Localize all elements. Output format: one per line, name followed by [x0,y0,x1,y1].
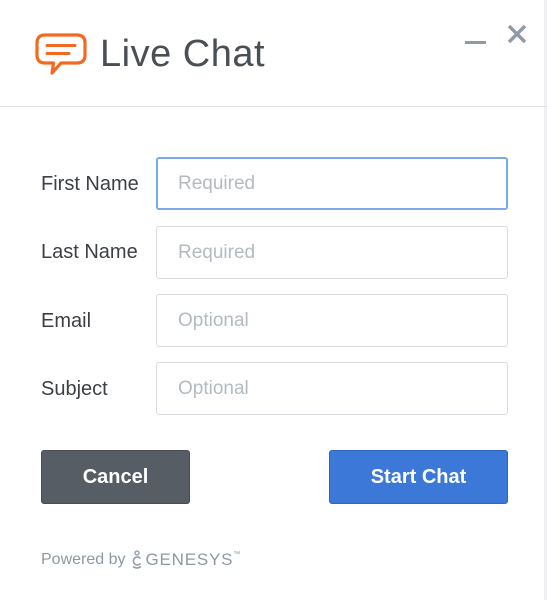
start-chat-button[interactable]: Start Chat [329,450,508,504]
genesys-brand-text: GENESYS [145,550,234,569]
last-name-field[interactable] [156,226,508,279]
subject-field[interactable] [156,362,508,415]
minimize-icon [465,41,486,44]
last-name-label: Last Name [41,241,138,263]
first-name-label: First Name [41,173,139,195]
chat-bubble-icon [35,33,87,75]
close-icon [507,24,527,44]
widget-header: Live Chat [0,0,547,107]
live-chat-widget: Live Chat First Name Last Name Email Sub… [0,0,547,600]
trademark-symbol: ™ [233,551,241,558]
email-field[interactable] [156,294,508,347]
minimize-button[interactable] [462,24,490,52]
email-label: Email [41,310,92,332]
genesys-logo-icon [132,550,141,569]
powered-by-footer: Powered by GENESYS ™ [41,548,240,572]
widget-title: Live Chat [100,33,266,75]
first-name-field[interactable] [156,157,508,210]
subject-label: Subject [41,378,108,400]
cancel-button[interactable]: Cancel [41,450,190,504]
close-button[interactable] [503,20,531,48]
powered-by-text: Powered by [41,551,126,568]
